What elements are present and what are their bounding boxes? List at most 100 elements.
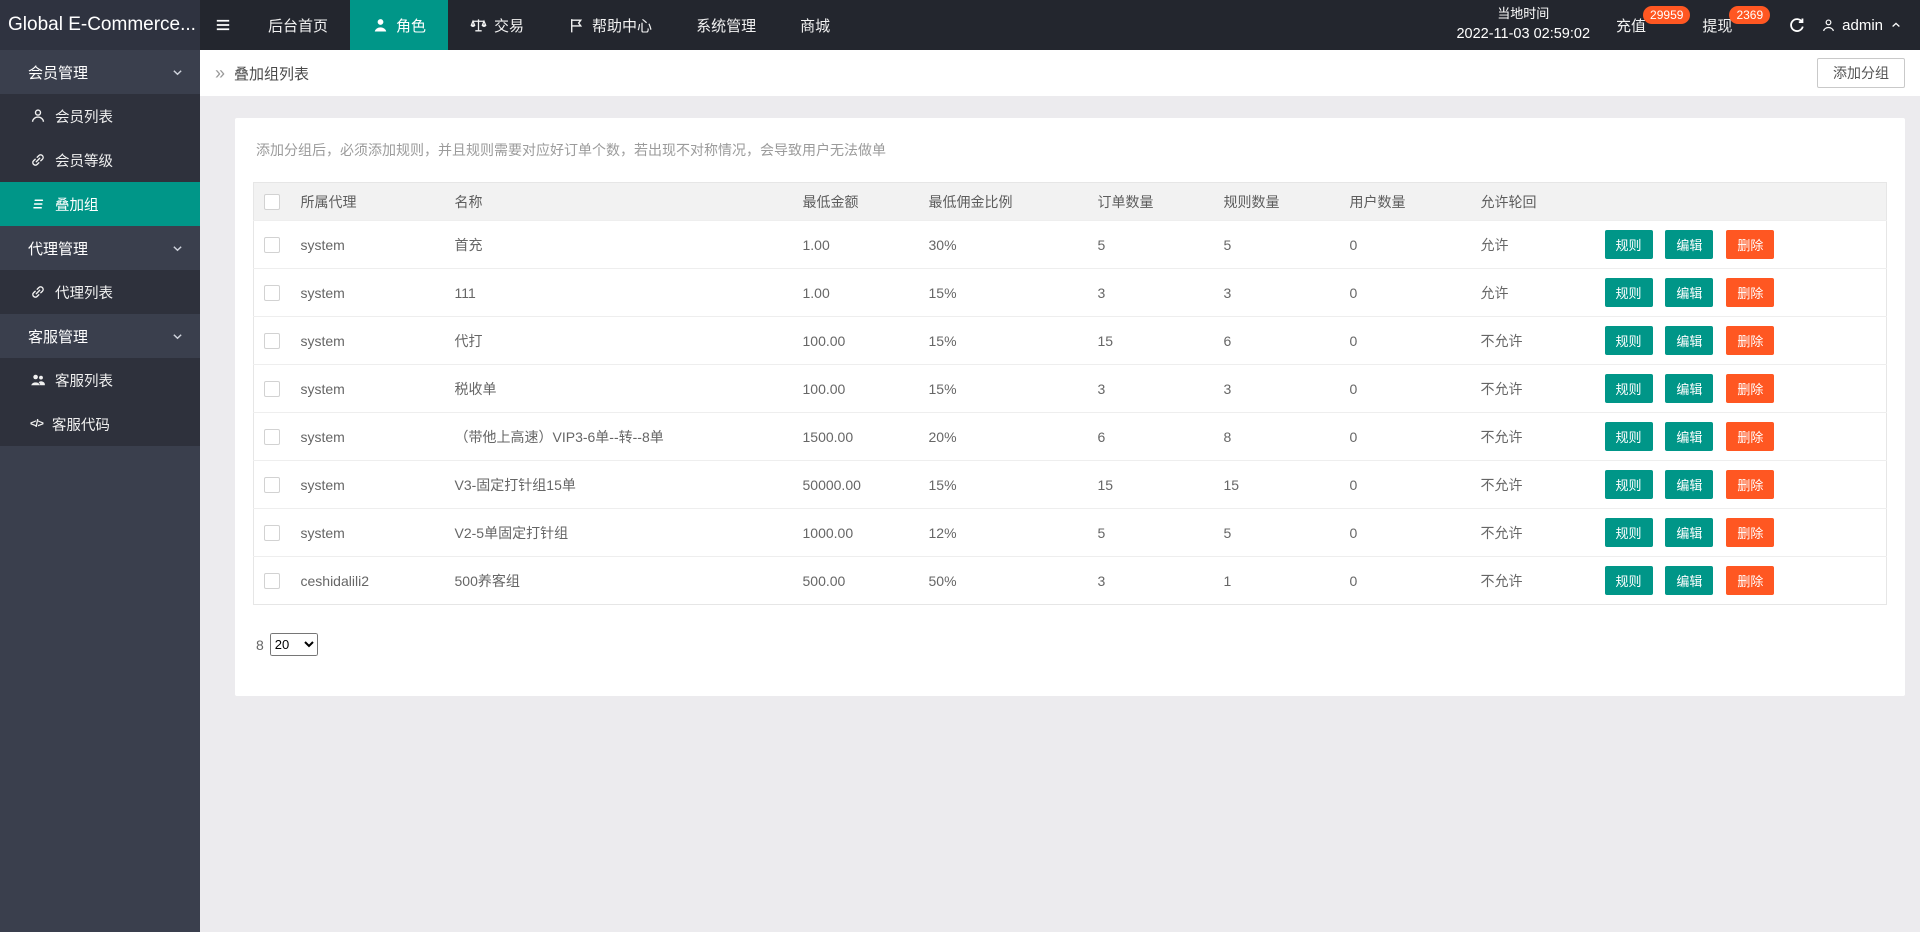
sidebar-item-agent-list[interactable]: 代理列表	[0, 270, 200, 314]
rule-button[interactable]: 规则	[1604, 422, 1653, 451]
rule-button[interactable]: 规则	[1604, 230, 1653, 259]
table-row: system 首充 1.00 30% 5 5 0 允许 规则 编辑 删除	[253, 220, 1887, 269]
cell-loop: 允许	[1480, 268, 1605, 317]
select-all-checkbox[interactable]	[264, 194, 280, 211]
edit-button[interactable]: 编辑	[1665, 518, 1714, 547]
cell-name: 代打	[454, 316, 803, 365]
main-content: » 叠加组列表 添加分组 添加分组后，必须添加规则，并且规则需要对应好订单个数，…	[200, 50, 1920, 932]
edit-button[interactable]: 编辑	[1665, 374, 1714, 403]
page-header: » 叠加组列表 添加分组	[200, 50, 1920, 96]
sidebar-group-service-management[interactable]: 客服管理	[0, 314, 200, 358]
recharge-badge[interactable]: 29959	[1643, 6, 1691, 24]
cell-min-amount: 100.00	[802, 316, 929, 365]
delete-button[interactable]: 删除	[1726, 374, 1775, 403]
edit-button[interactable]: 编辑	[1665, 326, 1714, 355]
chevron-up-icon	[1892, 22, 1900, 27]
rule-button[interactable]: 规则	[1604, 470, 1653, 499]
table-row: system V2-5单固定打针组 1000.00 12% 5 5 0 不允许 …	[253, 508, 1887, 557]
app-logo: Global E-Commerce...	[0, 0, 200, 50]
delete-button[interactable]: 删除	[1726, 518, 1775, 547]
add-group-button[interactable]: 添加分组	[1817, 58, 1905, 88]
col-rules: 规则数量	[1223, 182, 1350, 221]
cell-rules: 15	[1223, 460, 1350, 509]
row-checkbox[interactable]	[264, 477, 280, 494]
nav-item-mall[interactable]: 商城	[778, 0, 852, 50]
delete-button[interactable]: 删除	[1726, 230, 1775, 259]
cell-loop: 不允许	[1480, 460, 1605, 509]
nav-item-system[interactable]: 系统管理	[674, 0, 778, 50]
nav-item-trade[interactable]: 交易	[448, 0, 546, 50]
cell-agent: system	[300, 364, 455, 413]
row-checkbox[interactable]	[264, 429, 280, 446]
edit-button[interactable]: 编辑	[1665, 230, 1714, 259]
person-icon	[374, 18, 387, 31]
sidebar-group-member-management[interactable]: 会员管理	[0, 50, 200, 94]
cell-name: 500养客组	[454, 556, 803, 605]
delete-button[interactable]: 删除	[1726, 326, 1775, 355]
sidebar-toggle-button[interactable]	[200, 0, 246, 50]
cell-min-amount: 500.00	[802, 556, 929, 605]
cell-min-commission: 15%	[928, 268, 1098, 317]
delete-button[interactable]: 删除	[1726, 278, 1775, 307]
edit-button[interactable]: 编辑	[1665, 422, 1714, 451]
table-row: system 代打 100.00 15% 15 6 0 不允许 规则 编辑 删除	[253, 316, 1887, 365]
hamburger-icon	[216, 19, 230, 31]
people-icon	[31, 374, 45, 386]
sidebar-item-member-list[interactable]: 会员列表	[0, 94, 200, 138]
rule-button[interactable]: 规则	[1604, 278, 1653, 307]
chevron-down-icon	[173, 245, 182, 251]
cell-name: V2-5单固定打针组	[454, 508, 803, 557]
row-checkbox[interactable]	[264, 333, 280, 350]
table-header-row: 所属代理 名称 最低金额 最低佣金比例 订单数量 规则数量 用户数量 允许轮回	[253, 182, 1887, 221]
page-size-select[interactable]: 20	[269, 633, 318, 656]
cell-orders: 3	[1097, 556, 1224, 605]
cell-agent: system	[300, 460, 455, 509]
cell-rules: 6	[1223, 316, 1350, 365]
row-checkbox[interactable]	[264, 237, 280, 254]
user-menu[interactable]: admin	[1821, 17, 1902, 34]
withdraw-link[interactable]: 提现	[1702, 15, 1732, 36]
refresh-button[interactable]	[1788, 17, 1805, 34]
cell-min-commission: 15%	[928, 316, 1098, 365]
cell-min-commission: 30%	[928, 220, 1098, 269]
delete-button[interactable]: 删除	[1726, 566, 1775, 595]
table-row: system V3-固定打针组15单 50000.00 15% 15 15 0 …	[253, 460, 1887, 509]
cell-name: 111	[454, 268, 803, 317]
rule-button[interactable]: 规则	[1604, 326, 1653, 355]
sidebar-item-stack-group[interactable]: 叠加组	[0, 182, 200, 226]
edit-button[interactable]: 编辑	[1665, 470, 1714, 499]
refresh-icon	[1790, 17, 1804, 32]
rule-button[interactable]: 规则	[1604, 374, 1653, 403]
sidebar-item-service-list[interactable]: 客服列表	[0, 358, 200, 402]
cell-users: 0	[1349, 556, 1481, 605]
rule-button[interactable]: 规则	[1604, 566, 1653, 595]
edit-button[interactable]: 编辑	[1665, 278, 1714, 307]
local-time-value: 2022-11-03 02:59:02	[1456, 25, 1591, 42]
withdraw-badge[interactable]: 2369	[1729, 6, 1771, 24]
delete-button[interactable]: 删除	[1726, 422, 1775, 451]
rule-button[interactable]: 规则	[1604, 518, 1653, 547]
cell-rules: 3	[1223, 268, 1350, 317]
cell-agent: system	[300, 412, 455, 461]
cell-orders: 15	[1097, 316, 1224, 365]
row-checkbox[interactable]	[264, 381, 280, 398]
nav-item-dashboard[interactable]: 后台首页	[246, 0, 350, 50]
recharge-link[interactable]: 充值	[1616, 15, 1646, 36]
cell-agent: system	[300, 220, 455, 269]
sidebar-item-member-level[interactable]: 会员等级	[0, 138, 200, 182]
row-checkbox[interactable]	[264, 573, 280, 590]
nav-item-help-center[interactable]: 帮助中心	[546, 0, 674, 50]
row-checkbox[interactable]	[264, 525, 280, 542]
col-name: 名称	[454, 182, 803, 221]
cell-orders: 15	[1097, 460, 1224, 509]
sidebar-group-agent-management[interactable]: 代理管理	[0, 226, 200, 270]
edit-button[interactable]: 编辑	[1665, 566, 1714, 595]
sidebar-item-service-code[interactable]: </> 客服代码	[0, 402, 200, 446]
nav-item-roles[interactable]: 角色	[350, 0, 449, 50]
col-orders: 订单数量	[1097, 182, 1224, 221]
chevron-down-icon	[173, 333, 182, 339]
cell-min-commission: 12%	[928, 508, 1098, 557]
row-checkbox[interactable]	[264, 285, 280, 302]
delete-button[interactable]: 删除	[1726, 470, 1775, 499]
table-note: 添加分组后，必须添加规则，并且规则需要对应好订单个数，若出现不对称情况，会导致用…	[256, 142, 886, 158]
